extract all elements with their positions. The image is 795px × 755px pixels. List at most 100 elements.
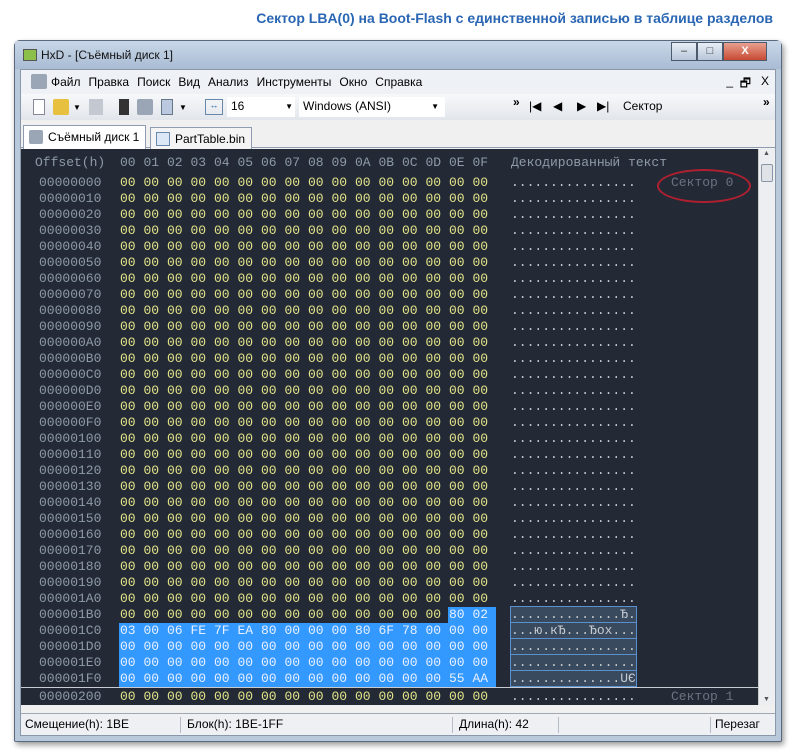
hex-byte[interactable]: 00	[448, 271, 472, 287]
decoded-text[interactable]: ................	[511, 383, 636, 398]
hex-byte[interactable]: 00	[190, 447, 214, 463]
hex-byte[interactable]: 00	[213, 607, 237, 623]
hex-byte[interactable]: 00	[119, 191, 143, 207]
hex-byte[interactable]: 00	[284, 559, 308, 575]
hex-byte[interactable]: 00	[260, 575, 284, 591]
hex-byte[interactable]: 00	[119, 591, 143, 607]
hex-byte[interactable]: 00	[166, 639, 190, 655]
hex-byte[interactable]: 00	[424, 655, 449, 671]
hex-byte[interactable]: 00	[190, 239, 214, 255]
hex-byte[interactable]: 00	[425, 447, 449, 463]
hex-byte[interactable]: 03	[119, 623, 143, 639]
hex-byte[interactable]: 00	[424, 639, 449, 655]
hex-byte[interactable]: 00	[119, 223, 143, 239]
maximize-button[interactable]: □	[697, 42, 723, 61]
new-file-icon[interactable]	[33, 99, 45, 115]
title-bar[interactable]: HxD - [Съёмный диск 1] – □ X	[15, 41, 781, 69]
hex-byte[interactable]: 00	[331, 271, 355, 287]
hex-byte[interactable]: 00	[119, 447, 143, 463]
hex-byte[interactable]: 00	[425, 287, 449, 303]
hex-byte[interactable]: 00	[401, 689, 425, 705]
hex-row[interactable]: 00000020 00 00 00 00 00 00 00 00 00 00 00 00 00 00 00 00…	[21, 207, 758, 223]
hex-byte[interactable]: 00	[401, 271, 425, 287]
hex-byte[interactable]: 00	[354, 207, 378, 223]
hex-byte[interactable]: 00	[190, 207, 214, 223]
hex-byte[interactable]: 00	[166, 463, 190, 479]
hex-byte[interactable]: 00	[260, 351, 284, 367]
hex-byte[interactable]: 00	[283, 671, 308, 687]
hex-byte[interactable]: 00	[237, 415, 261, 431]
open-disk-icon[interactable]	[137, 99, 153, 115]
hex-byte[interactable]: 00	[213, 527, 237, 543]
hex-byte[interactable]: 00	[119, 543, 143, 559]
hex-byte[interactable]: 00	[284, 689, 308, 705]
hex-byte[interactable]: 00	[331, 207, 355, 223]
hex-byte[interactable]: 00	[166, 575, 190, 591]
hex-byte[interactable]: 00	[237, 223, 261, 239]
hex-byte[interactable]: 00	[354, 255, 378, 271]
hex-byte[interactable]: 00	[213, 559, 237, 575]
hex-byte[interactable]: 00	[213, 495, 237, 511]
hex-byte[interactable]: 00	[213, 639, 237, 655]
hex-byte[interactable]: 00	[425, 543, 449, 559]
hex-byte[interactable]: 00	[237, 399, 261, 415]
hex-byte[interactable]: 00	[331, 591, 355, 607]
hex-byte[interactable]: 00	[307, 415, 331, 431]
hex-byte[interactable]: 00	[448, 511, 472, 527]
hex-byte[interactable]: 00	[307, 607, 331, 623]
hex-row[interactable]: 000001E0 00 00 00 00 00 00 00 00 00 00 00 00 00 00 00 00…	[21, 654, 758, 671]
hex-row[interactable]: 00000170 00 00 00 00 00 00 00 00 00 00 00 00 00 00 00 00…	[21, 543, 758, 559]
hex-byte[interactable]: 00	[237, 479, 261, 495]
hex-row[interactable]: 00000130 00 00 00 00 00 00 00 00 00 00 00 00 00 00 00 00…	[21, 479, 758, 495]
hex-byte[interactable]: 00	[472, 191, 496, 207]
hex-byte[interactable]: 00	[331, 431, 355, 447]
hex-byte[interactable]: 00	[143, 223, 167, 239]
hex-byte[interactable]: 00	[284, 527, 308, 543]
hex-byte[interactable]: 00	[166, 239, 190, 255]
first-sector-icon[interactable]: |◀	[529, 99, 541, 115]
hex-byte[interactable]: 80	[448, 607, 472, 623]
hex-byte[interactable]: 00	[284, 495, 308, 511]
save-icon[interactable]	[89, 99, 103, 115]
hex-byte[interactable]: 00	[331, 543, 355, 559]
hex-byte[interactable]: 00	[354, 271, 378, 287]
hex-byte[interactable]: 00	[378, 511, 402, 527]
hex-byte[interactable]: 00	[378, 271, 402, 287]
hex-byte[interactable]: 00	[213, 575, 237, 591]
hex-byte[interactable]: 00	[378, 287, 402, 303]
decoded-text[interactable]: ................	[511, 527, 636, 542]
decoded-text[interactable]: ................	[511, 271, 636, 286]
hex-byte[interactable]: 00	[260, 591, 284, 607]
hex-byte[interactable]: 00	[472, 415, 496, 431]
hex-byte[interactable]: 00	[425, 223, 449, 239]
hex-byte[interactable]: 00	[448, 223, 472, 239]
scroll-up-icon[interactable]: ▲	[763, 150, 770, 157]
hex-byte[interactable]: 00	[307, 623, 331, 639]
hex-row[interactable]: 000000F0 00 00 00 00 00 00 00 00 00 00 00 00 00 00 00 00…	[21, 415, 758, 431]
hex-byte[interactable]: 00	[284, 335, 308, 351]
hex-byte[interactable]: 00	[472, 287, 496, 303]
hex-byte[interactable]: 00	[284, 175, 308, 191]
hex-byte[interactable]: 00	[425, 479, 449, 495]
hex-byte[interactable]: 00	[472, 367, 496, 383]
menu-help[interactable]: Справка	[375, 75, 422, 89]
hex-byte[interactable]: 00	[472, 239, 496, 255]
hex-byte[interactable]: 00	[166, 479, 190, 495]
hex-byte[interactable]: 00	[260, 271, 284, 287]
hex-byte[interactable]: 00	[284, 479, 308, 495]
hex-editor-view[interactable]: Offset(h) 00 01 02 03 04 05 06 07 08 09 0A 0B 0C 0D 0E…	[21, 149, 758, 705]
hex-byte[interactable]: 00	[472, 207, 496, 223]
hex-byte[interactable]: 00	[284, 575, 308, 591]
hex-byte[interactable]: 00	[284, 463, 308, 479]
hex-byte[interactable]: 00	[189, 671, 214, 687]
hex-byte[interactable]: 00	[401, 287, 425, 303]
hex-byte[interactable]: 00	[331, 367, 355, 383]
hex-byte[interactable]: 00	[143, 175, 167, 191]
hex-byte[interactable]: 00	[307, 655, 331, 671]
hex-byte[interactable]: 00	[378, 689, 402, 705]
hex-byte[interactable]: 55	[448, 671, 472, 687]
hex-byte[interactable]: 00	[260, 239, 284, 255]
hex-byte[interactable]: 00	[331, 335, 355, 351]
hex-byte[interactable]: 00	[166, 655, 190, 671]
hex-byte[interactable]: 00	[307, 191, 331, 207]
